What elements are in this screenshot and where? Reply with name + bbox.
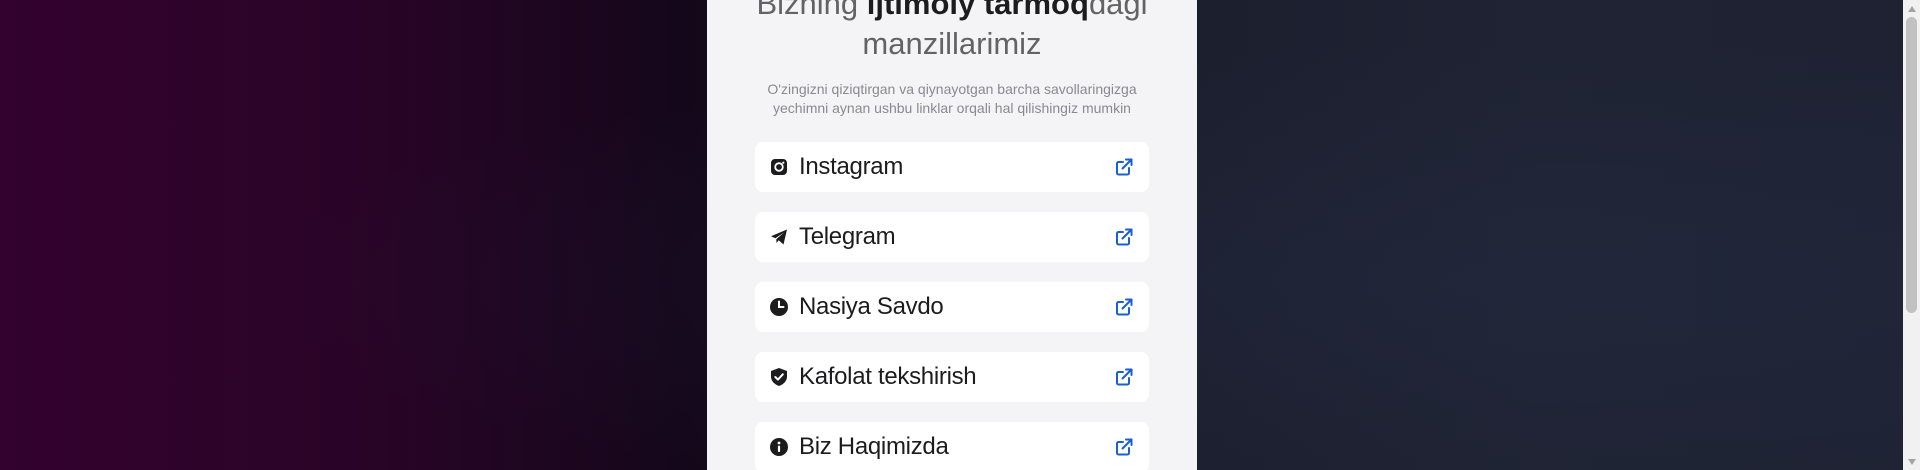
link-card-instagram[interactable]: Instagram (755, 142, 1149, 192)
link-card-biz-haqimizda[interactable]: Biz Haqimizda (755, 422, 1149, 470)
link-label-telegram: Telegram (799, 223, 896, 250)
external-link-icon[interactable] (1113, 366, 1135, 388)
external-link-icon[interactable] (1113, 156, 1135, 178)
instagram-icon (769, 157, 789, 177)
telegram-icon (769, 227, 789, 247)
link-list: Instagram Telegram Nasiya Savdo Kafolat … (755, 142, 1149, 470)
link-card-telegram[interactable]: Telegram (755, 212, 1149, 262)
title-line-2: manzillarimiz (862, 26, 1042, 61)
external-link-icon[interactable] (1113, 296, 1135, 318)
link-card-nasiya-savdo[interactable]: Nasiya Savdo (755, 282, 1149, 332)
link-card-kafolat-tekshirish[interactable]: Kafolat tekshirish (755, 352, 1149, 402)
scrollbar-thumb[interactable] (1906, 17, 1917, 313)
page-title: Bizning ijtimoiy tarmoqdagi manzillarimi… (707, 0, 1197, 64)
scroll-down-arrow-icon[interactable] (1903, 453, 1920, 470)
info-icon (769, 437, 789, 457)
shield-check-icon (769, 367, 789, 387)
title-part-1: Bizning (756, 0, 867, 21)
external-link-icon[interactable] (1113, 226, 1135, 248)
vertical-scrollbar[interactable] (1903, 0, 1920, 470)
subtitle: O'zingizni qiziqtirgan va qiynayotgan ba… (767, 81, 1137, 116)
link-label-kafolat-tekshirish: Kafolat tekshirish (799, 363, 977, 390)
external-link-icon[interactable] (1113, 436, 1135, 458)
scroll-up-arrow-icon[interactable] (1903, 0, 1920, 17)
title-bold-part: ijtimoiy tarmoq (866, 0, 1089, 21)
clock-icon (769, 297, 789, 317)
link-label-instagram: Instagram (799, 153, 904, 180)
link-label-biz-haqimizda: Biz Haqimizda (799, 433, 949, 460)
social-links-panel: Bizning ijtimoiy tarmoqdagi manzillarimi… (707, 0, 1197, 470)
title-part-3: dagi (1088, 0, 1148, 21)
link-label-nasiya-savdo: Nasiya Savdo (799, 293, 944, 320)
